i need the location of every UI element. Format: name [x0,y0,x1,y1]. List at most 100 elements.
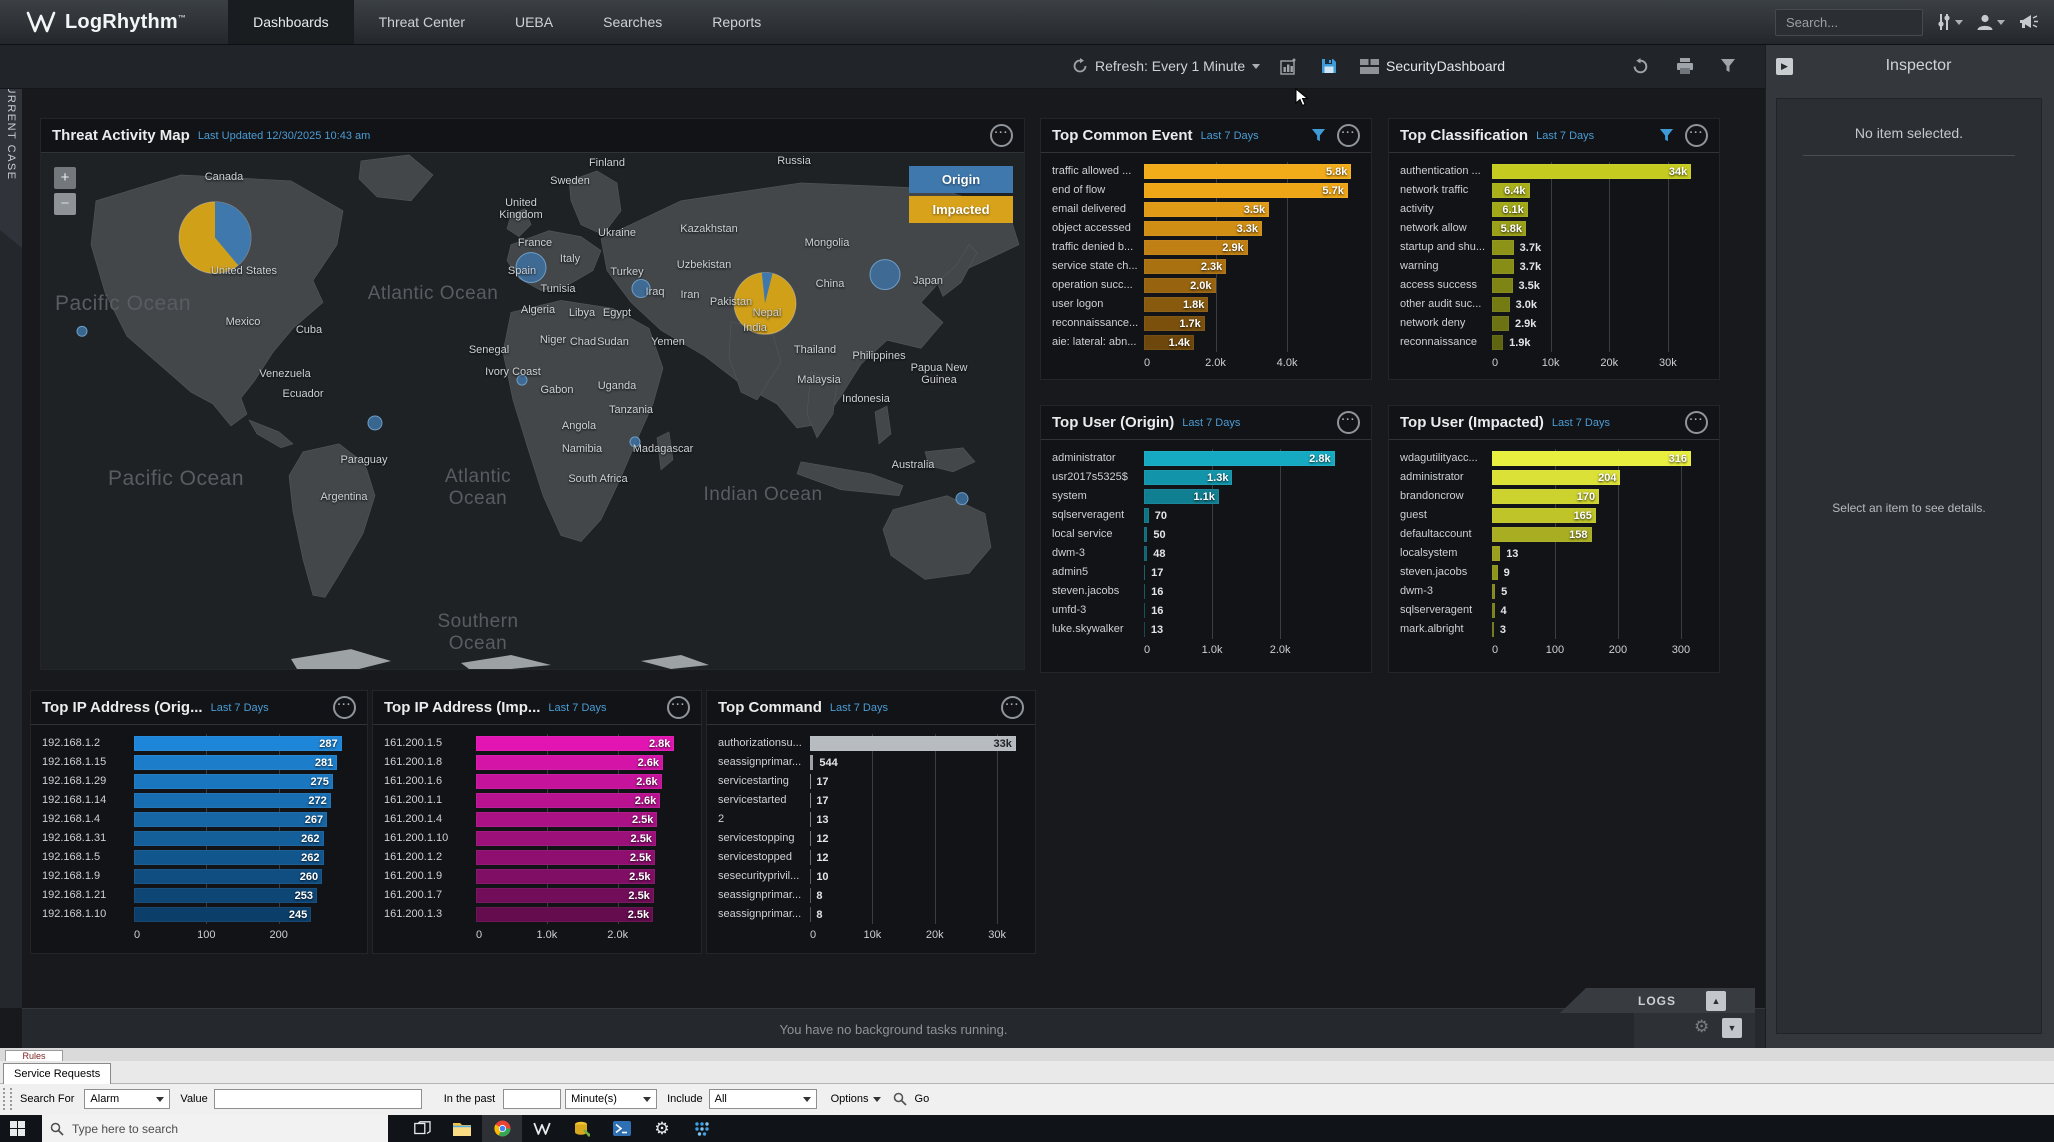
bar[interactable] [1144,546,1147,561]
bar[interactable] [1492,584,1495,599]
service-requests-tab[interactable]: Service Requests [3,1063,111,1084]
bar[interactable]: 262 [134,831,324,846]
bar[interactable]: 204 [1492,470,1620,485]
bar[interactable] [1492,240,1514,255]
bar[interactable] [1144,508,1149,523]
widget-menu-button[interactable]: ··· [667,696,690,719]
task-view-icon[interactable] [402,1115,442,1142]
bar[interactable]: 281 [134,755,337,770]
bar[interactable] [1492,278,1513,293]
bar[interactable]: 170 [1492,489,1599,504]
bar[interactable] [1144,603,1145,618]
dots-grid-app-icon[interactable] [682,1115,722,1142]
bar[interactable] [1144,584,1145,599]
nav-tab-ueba[interactable]: UEBA [490,0,578,44]
map-origin-bubble[interactable] [77,326,87,336]
database-tool-icon[interactable] [562,1115,602,1142]
world-map[interactable]: Origin Impacted + − Pacific OceanPacific… [41,153,1024,669]
toolbar-grip[interactable] [3,1088,12,1110]
bar[interactable]: 2.5k [476,907,653,922]
filter-icon[interactable] [1311,128,1326,143]
bar[interactable]: 6.1k [1492,202,1528,217]
bar[interactable]: 272 [134,793,331,808]
bar[interactable] [1144,622,1145,637]
bar[interactable]: 2.6k [476,755,663,770]
include-dropdown[interactable]: All [709,1089,817,1109]
go-button[interactable]: Go [915,1093,930,1105]
bar[interactable]: 245 [134,907,311,922]
bar[interactable]: 5.7k [1144,183,1348,198]
widget-menu-button[interactable]: ··· [333,696,356,719]
user-menu[interactable] [1976,13,2005,31]
bar[interactable]: 5.8k [1492,221,1526,236]
filter-settings-menu[interactable] [1936,13,1963,31]
bar[interactable] [1492,546,1500,561]
bar[interactable] [1144,527,1147,542]
map-origin-bubble[interactable] [956,493,968,505]
bar[interactable]: 158 [1492,527,1592,542]
bar[interactable]: 2.6k [476,793,660,808]
powershell-icon[interactable] [602,1115,642,1142]
bar[interactable]: 1.3k [1144,470,1232,485]
bar[interactable]: 33k [810,736,1016,751]
value-input[interactable] [214,1089,422,1109]
map-zoom-in-button[interactable]: + [54,167,76,189]
collapse-inspector-button[interactable]: ▶ [1776,58,1793,75]
widget-menu-button[interactable]: ··· [1685,124,1708,147]
bar[interactable]: 262 [134,850,324,865]
bar[interactable] [1492,259,1514,274]
bar[interactable] [1492,603,1495,618]
nav-tab-threat-center[interactable]: Threat Center [354,0,490,44]
save-dashboard-button[interactable] [1320,44,1338,88]
bar[interactable]: 287 [134,736,342,751]
bar[interactable]: 2.3k [1144,259,1226,274]
global-search-input[interactable]: Search... [1775,9,1923,36]
logrhythm-app-icon[interactable] [522,1115,562,1142]
bar[interactable] [1492,335,1503,350]
settings-gear-icon[interactable]: ⚙ [642,1115,682,1142]
bar[interactable]: 34k [1492,164,1691,179]
map-origin-bubble[interactable] [870,260,900,290]
bar[interactable]: 2.0k [1144,278,1216,293]
gear-icon[interactable]: ⚙ [1694,1017,1709,1037]
bar[interactable] [1492,297,1510,312]
bar[interactable] [1492,565,1498,580]
nav-tab-searches[interactable]: Searches [578,0,687,44]
bar[interactable]: 3.5k [1144,202,1269,217]
bar[interactable]: 253 [134,888,317,903]
search-magnifier-icon[interactable] [893,1092,907,1106]
bar[interactable]: 165 [1492,508,1596,523]
bar[interactable]: 2.5k [476,850,655,865]
start-button[interactable] [0,1115,34,1142]
bar[interactable]: 3.3k [1144,221,1262,236]
bar[interactable]: 260 [134,869,322,884]
bar[interactable] [1492,316,1509,331]
bar[interactable]: 275 [134,774,333,789]
dashboard-selector[interactable]: SecurityDashboard [1360,44,1505,88]
bar[interactable]: 2.8k [476,736,674,751]
chrome-icon[interactable] [482,1115,522,1142]
time-unit-dropdown[interactable]: Minute(s) [565,1089,657,1109]
options-menu[interactable]: Options [831,1093,881,1105]
bar[interactable] [1492,622,1494,637]
bar[interactable]: 1.8k [1144,297,1208,312]
widget-menu-button[interactable]: ··· [1001,696,1024,719]
bar[interactable]: 2.5k [476,831,656,846]
filter-dashboard-button[interactable] [1720,44,1736,88]
announcements-icon[interactable] [2018,13,2040,31]
bar[interactable]: 2.6k [476,774,662,789]
bar[interactable] [1144,565,1145,580]
bar[interactable]: 2.5k [476,888,654,903]
in-the-past-input[interactable] [503,1089,561,1109]
search-for-dropdown[interactable]: Alarm [84,1089,170,1109]
bar[interactable] [810,755,813,770]
nav-tab-reports[interactable]: Reports [687,0,786,44]
bar[interactable]: 2.5k [476,812,657,827]
widget-menu-button[interactable]: ··· [1337,124,1360,147]
bar[interactable]: 5.8k [1144,164,1351,179]
widget-menu-button[interactable]: ··· [990,124,1013,147]
bar[interactable]: 316 [1492,451,1691,466]
bar[interactable]: 1.1k [1144,489,1219,504]
bar[interactable]: 267 [134,812,327,827]
taskbar-search-input[interactable]: Type here to search [42,1115,388,1142]
